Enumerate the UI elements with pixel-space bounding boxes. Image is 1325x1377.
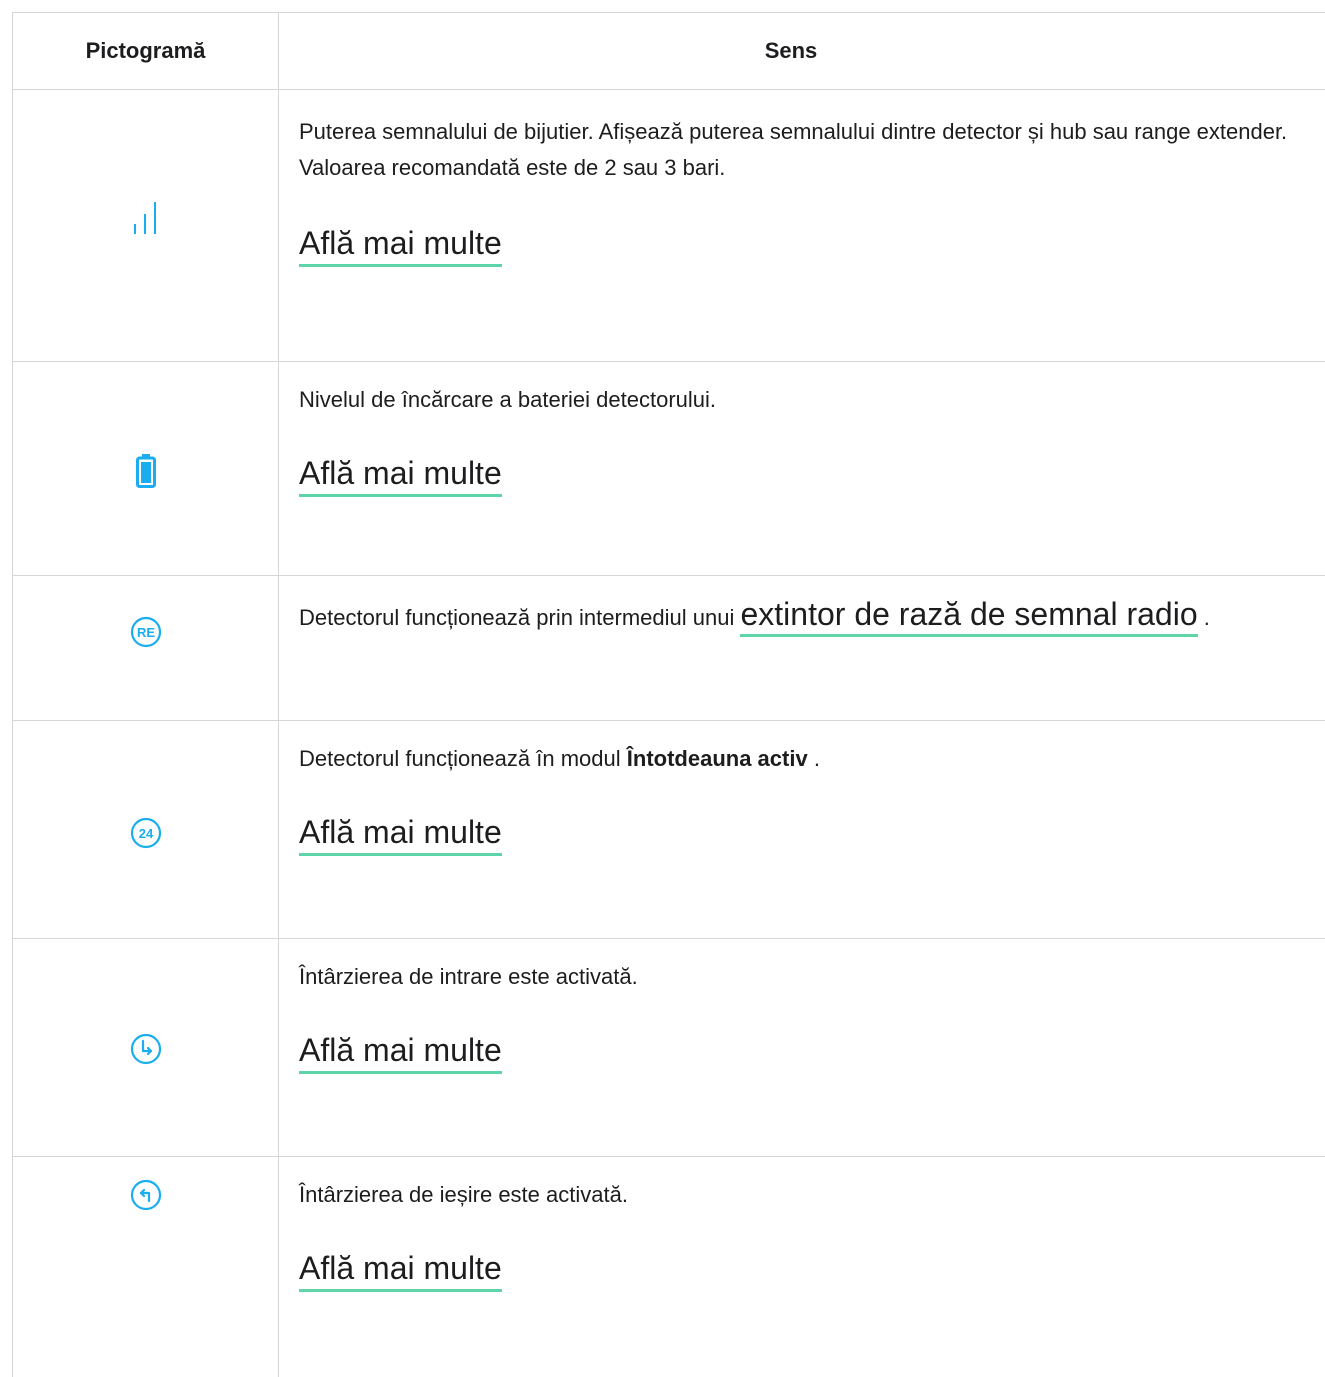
icon-cell — [13, 1157, 279, 1377]
description-text: Detectorul funcționează prin intermediul… — [299, 605, 735, 630]
exit-delay-icon — [130, 1179, 162, 1211]
mode-name: Întotdeauna activ — [626, 746, 808, 771]
range-extender-icon-text: RE — [136, 625, 154, 640]
icon-cell — [13, 939, 279, 1156]
learn-more-link[interactable]: Află mai multe — [299, 1249, 502, 1292]
row-description: Nivelul de încărcare a bateriei detector… — [299, 387, 717, 412]
icon-cell: RE — [13, 576, 279, 720]
battery-icon — [135, 454, 156, 488]
icon-cell — [13, 362, 279, 575]
meaning-cell: Puterea semnalului de bijutier. Afișează… — [279, 90, 1325, 361]
icon-cell: 24 — [13, 721, 279, 938]
row-description: Detectorul funcționează în modul Întotde… — [299, 741, 1325, 777]
meaning-cell: Detectorul funcționează prin intermediul… — [279, 576, 1325, 720]
table-row: Întârzierea de ieșire este activată. Afl… — [13, 1157, 1325, 1377]
row-description: Puterea semnalului de bijutier. Afișează… — [299, 119, 1288, 180]
description-end: . — [1203, 605, 1210, 630]
row-description: Detectorul funcționează prin intermediul… — [299, 590, 1299, 642]
range-extender-icon: RE — [130, 616, 162, 648]
header-meaning-column: Sens — [764, 38, 818, 63]
meaning-cell: Întârzierea de intrare este activată. Af… — [279, 939, 1325, 1156]
always-active-icon-text: 24 — [138, 826, 153, 841]
table-row: Puterea semnalului de bijutier. Afișează… — [13, 90, 1325, 362]
meaning-cell: Detectorul funcționează în modul Întotde… — [279, 721, 1325, 938]
signal-strength-icon — [131, 200, 161, 234]
row-description: Întârzierea de ieșire este activată. — [299, 1182, 628, 1207]
icon-cell — [13, 90, 279, 361]
meaning-cell: Întârzierea de ieșire este activată. Afl… — [279, 1157, 1325, 1377]
range-extender-link[interactable]: extintor de rază de semnal radio — [740, 596, 1198, 637]
meaning-cell: Nivelul de încărcare a bateriei detector… — [279, 362, 1325, 575]
table-row: RE Detectorul funcționează prin intermed… — [13, 576, 1325, 721]
entry-delay-icon — [130, 1033, 162, 1065]
always-active-icon: 24 — [130, 817, 162, 849]
description-text: Detectorul funcționează în modul — [299, 746, 621, 771]
description-end: . — [813, 746, 820, 771]
learn-more-link[interactable]: Află mai multe — [299, 1031, 502, 1074]
learn-more-link[interactable]: Află mai multe — [299, 813, 502, 856]
table-row: Nivelul de încărcare a bateriei detector… — [13, 362, 1325, 576]
icon-legend-table: Pictogramă Sens Puterea semnalului de bi… — [12, 12, 1325, 1377]
table-row: Întârzierea de intrare este activată. Af… — [13, 939, 1325, 1157]
header-icon-column: Pictogramă — [13, 13, 279, 89]
learn-more-link[interactable]: Află mai multe — [299, 454, 502, 497]
table-header-row: Pictogramă Sens — [13, 13, 1325, 90]
row-description: Întârzierea de intrare este activată. — [299, 964, 638, 989]
table-row: 24 Detectorul funcționează în modul Înto… — [13, 721, 1325, 939]
learn-more-link[interactable]: Află mai multe — [299, 224, 502, 267]
